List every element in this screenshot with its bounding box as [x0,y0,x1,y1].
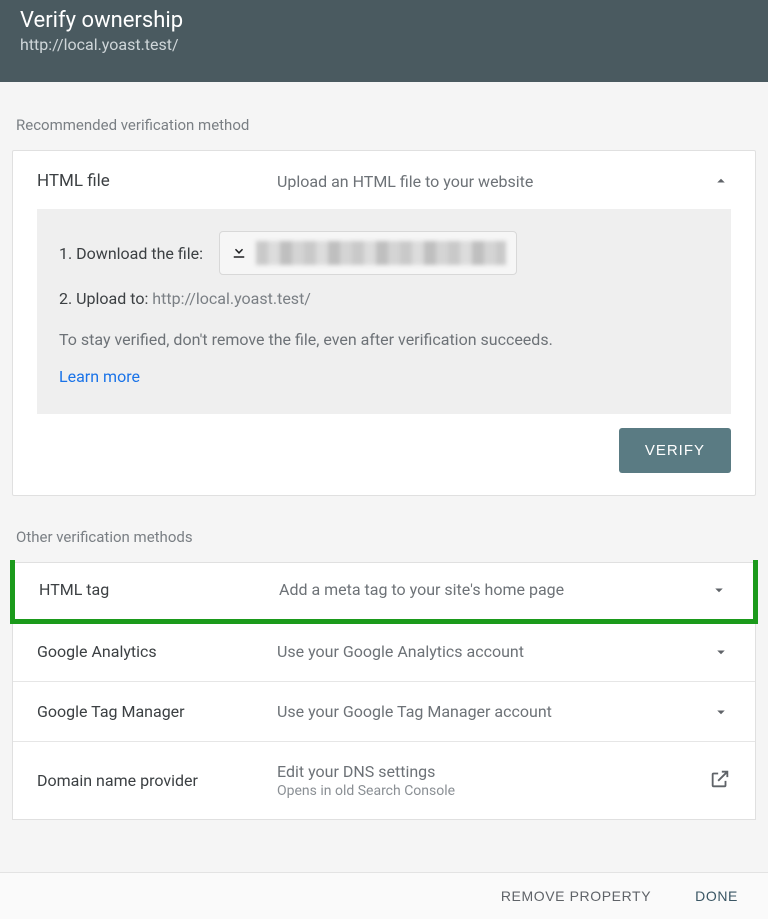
method-name: Google Tag Manager [37,702,277,721]
learn-more-link[interactable]: Learn more [59,367,140,386]
step2-label: 2. Upload to: [59,289,148,308]
recommended-method-card: HTML file Upload an HTML file to your we… [12,150,756,496]
method-desc: Add a meta tag to your site's home page [279,580,709,599]
method-desc: Upload an HTML file to your website [277,172,711,191]
chevron-down-icon [709,581,729,599]
done-button[interactable]: DONE [689,887,744,905]
remove-property-button[interactable]: REMOVE PROPERTY [495,887,657,905]
verify-row: VERIFY [13,414,755,495]
instructions-box: 1. Download the file: 2. Upload to: http… [37,209,731,414]
method-desc: Edit your DNS settings [277,762,709,781]
step-upload: 2. Upload to: http://local.yoast.test/ [59,289,709,308]
dialog-url: http://local.yoast.test/ [20,35,748,54]
step1-label: 1. Download the file: [59,244,203,263]
method-desc: Use your Google Analytics account [277,642,711,661]
dialog-footer: REMOVE PROPERTY DONE [0,872,768,919]
other-methods-list: HTML tag Add a meta tag to your site's h… [12,562,756,820]
method-desc: Use your Google Tag Manager account [277,702,711,721]
dialog-title: Verify ownership [20,8,748,33]
step-download: 1. Download the file: [59,231,709,275]
upload-target-url: http://local.yoast.test/ [152,289,311,308]
method-html-tag[interactable]: HTML tag Add a meta tag to your site's h… [10,560,758,624]
download-icon [230,242,248,264]
download-filename-redacted [256,241,506,265]
method-subtext: Opens in old Search Console [277,783,709,799]
method-google-tag-manager[interactable]: Google Tag Manager Use your Google Tag M… [13,681,755,741]
method-name: HTML tag [39,580,279,599]
method-name: Domain name provider [37,771,277,790]
method-google-analytics[interactable]: Google Analytics Use your Google Analyti… [13,621,755,681]
chevron-down-icon [711,703,731,721]
chevron-down-icon [711,643,731,661]
dialog-header: Verify ownership http://local.yoast.test… [0,0,768,82]
verify-button[interactable]: VERIFY [619,428,731,473]
chevron-up-icon [711,172,731,190]
download-file-chip[interactable] [219,231,517,275]
html-file-accordion-header[interactable]: HTML file Upload an HTML file to your we… [13,151,755,209]
method-name: Google Analytics [37,642,277,661]
dialog-content: Recommended verification method HTML fil… [0,82,768,900]
open-in-new-icon [709,768,731,794]
verification-note: To stay verified, don't remove the file,… [59,330,709,349]
recommended-section-label: Recommended verification method [12,104,756,150]
other-section-label: Other verification methods [12,496,756,562]
method-name: HTML file [37,171,277,191]
method-domain-name-provider[interactable]: Domain name provider Edit your DNS setti… [13,741,755,819]
